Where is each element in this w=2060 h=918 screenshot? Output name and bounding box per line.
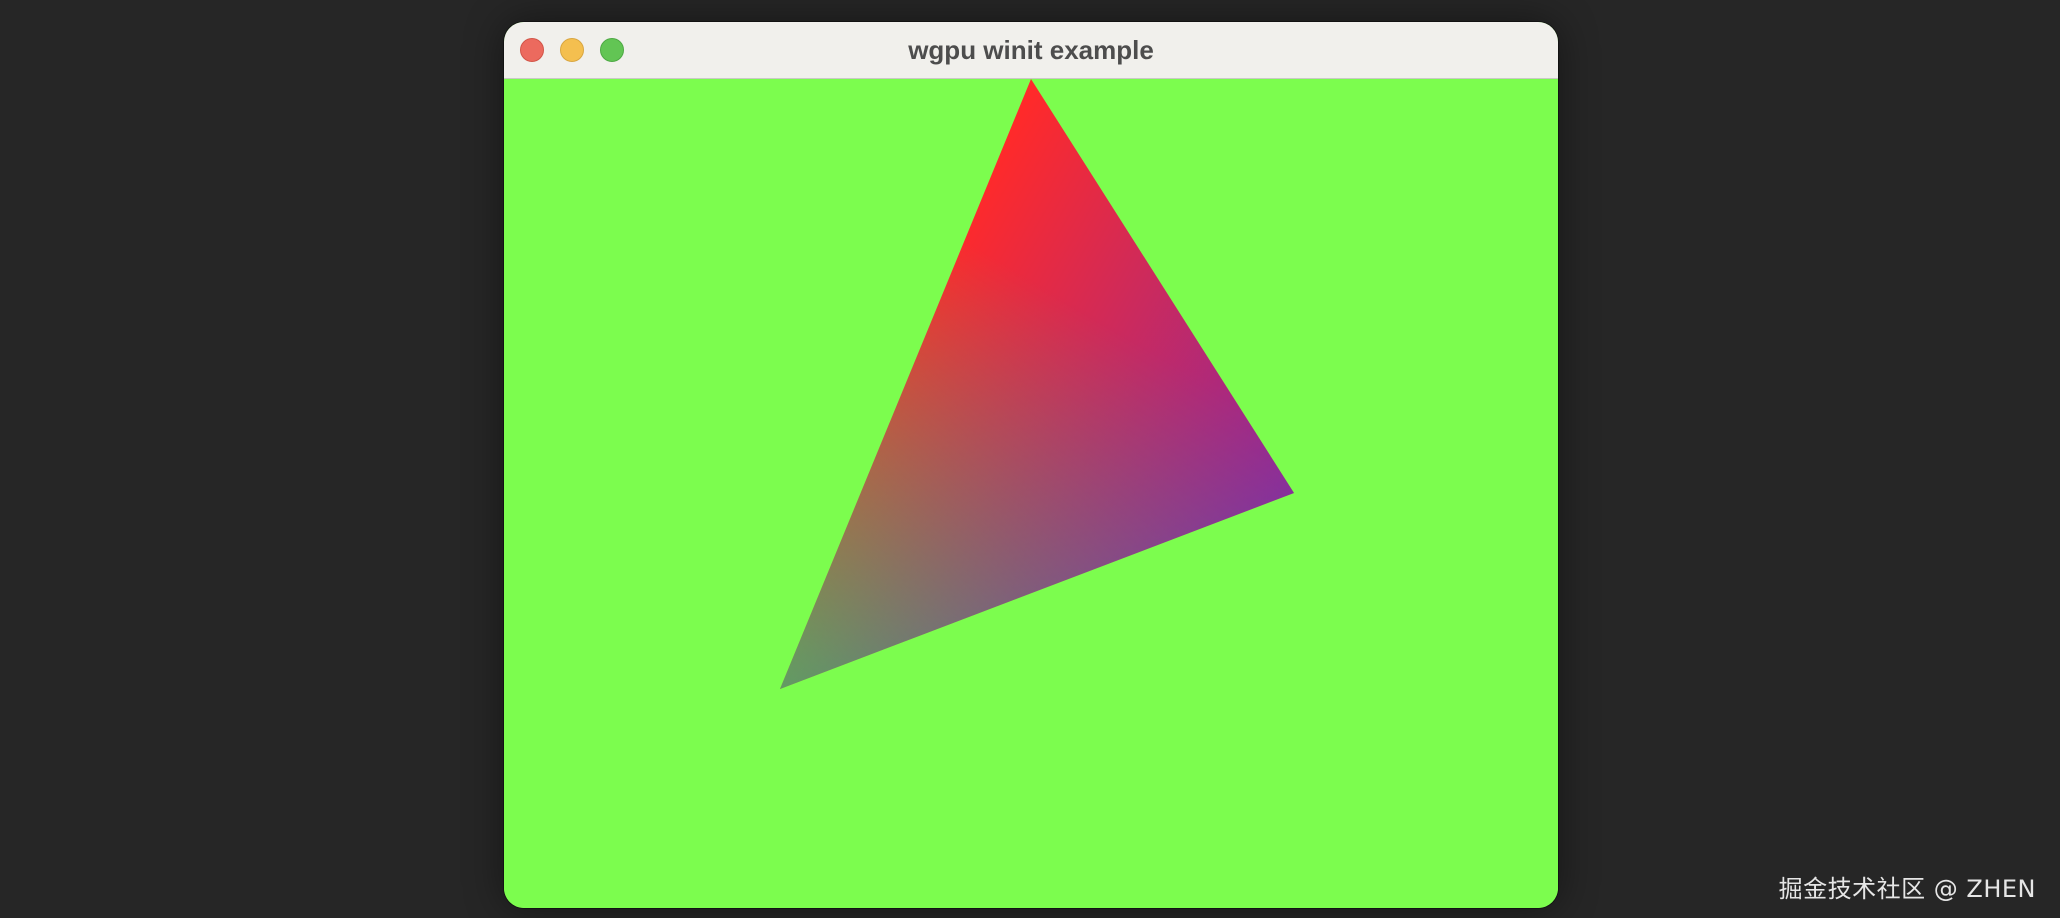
window-title: wgpu winit example [908, 35, 1154, 65]
watermark-text: 掘金技术社区 @ ZHEN [1778, 875, 2036, 903]
rendered-triangle [504, 79, 1558, 908]
title-bar[interactable]: wgpu winit example [504, 22, 1558, 79]
app-window: wgpu winit example [504, 22, 1558, 908]
triangle-blue-fill [780, 79, 1294, 689]
render-canvas[interactable] [504, 79, 1558, 908]
